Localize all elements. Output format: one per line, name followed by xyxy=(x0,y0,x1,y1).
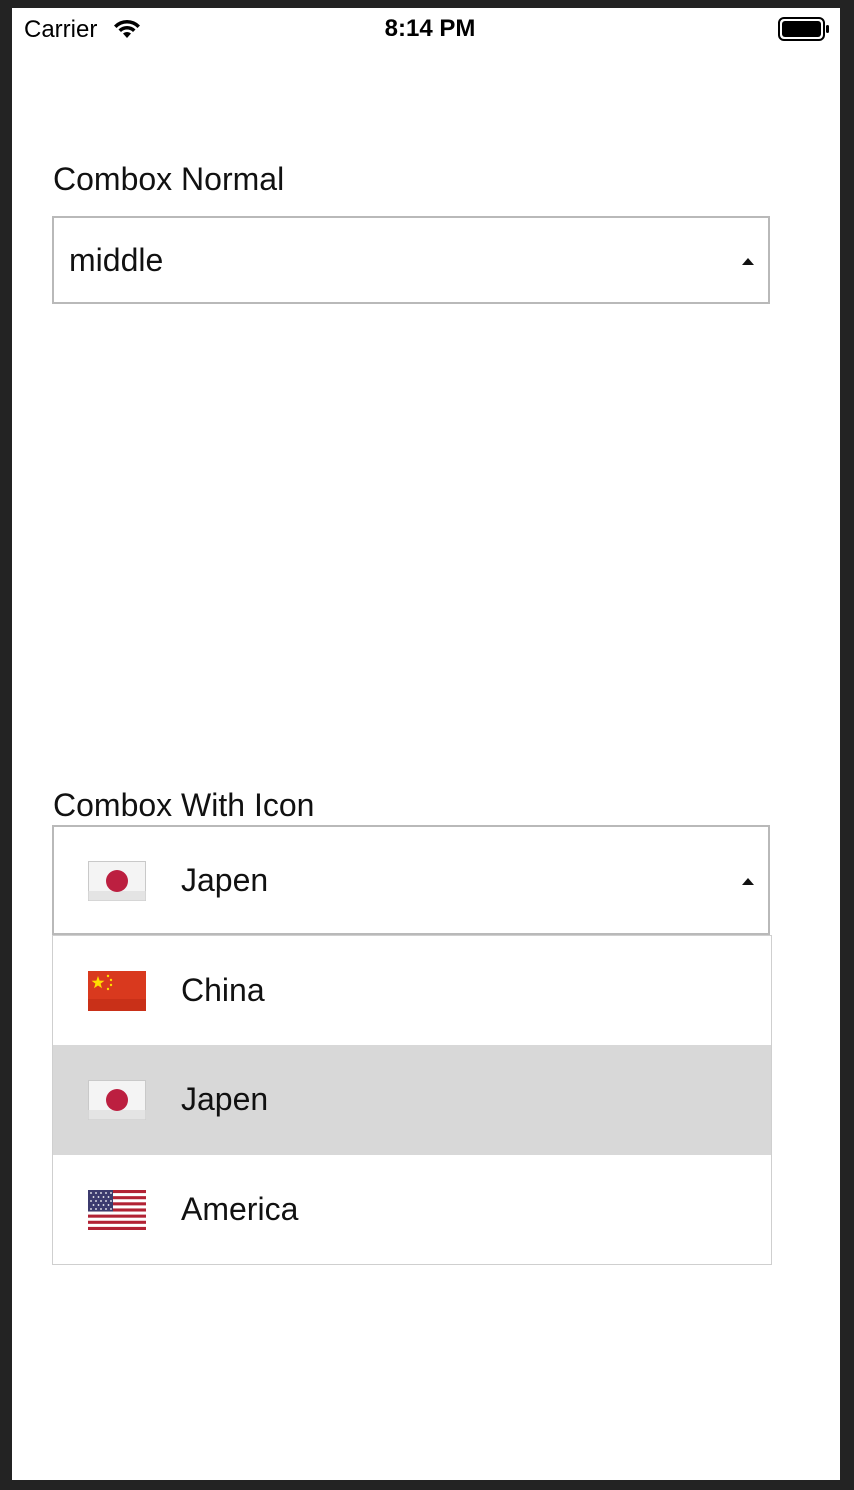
usa-flag-icon xyxy=(88,1190,146,1230)
dropdown-options-list: China Japen America xyxy=(52,935,772,1265)
combox-normal-label: Combox Normal xyxy=(53,161,285,197)
option-label: Japen xyxy=(181,1081,269,1117)
china-flag-icon xyxy=(88,971,146,1011)
combox-normal-value: middle xyxy=(69,242,164,278)
status-bar: Carrier 8:14 PM xyxy=(12,8,840,52)
dropdown-option-america[interactable]: America xyxy=(53,1155,771,1265)
combox-with-icon-dropdown[interactable]: Japen xyxy=(52,825,770,935)
combox-with-icon-label: Combox With Icon xyxy=(53,787,315,823)
dropdown-option-china[interactable]: China xyxy=(53,935,771,1045)
status-time: 8:14 PM xyxy=(384,15,476,42)
combox-normal-dropdown[interactable]: middle xyxy=(52,216,770,304)
japan-flag-icon xyxy=(88,861,146,901)
caret-up-icon xyxy=(742,258,754,265)
japan-flag-icon xyxy=(88,1080,146,1120)
combox-with-icon-value: Japen xyxy=(181,862,269,898)
caret-up-icon xyxy=(742,878,754,885)
battery-icon xyxy=(778,17,829,41)
phone-screen: Carrier 8:14 PM Combox Normal middle Com… xyxy=(12,8,840,1480)
option-label: America xyxy=(181,1191,299,1227)
option-label: China xyxy=(181,972,265,1008)
dropdown-option-japen[interactable]: Japen xyxy=(53,1045,771,1155)
device-frame: Carrier 8:14 PM Combox Normal middle Com… xyxy=(0,0,854,1490)
